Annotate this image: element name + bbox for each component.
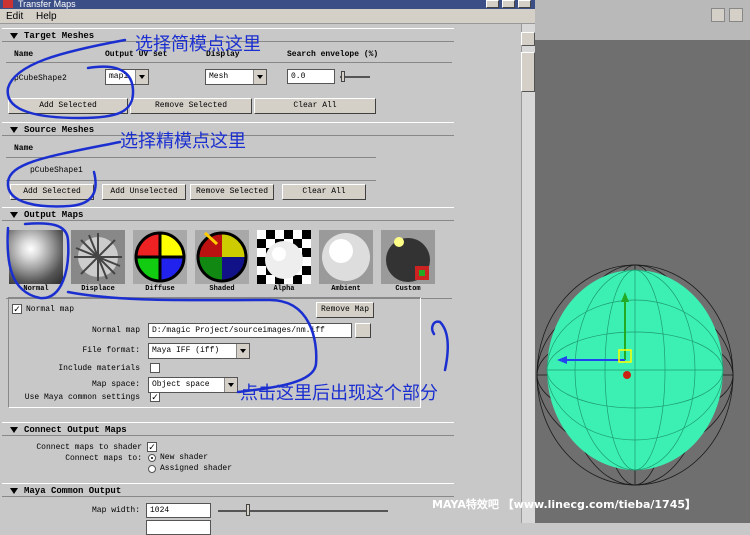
map-label-alpha: Alpha [273, 285, 295, 293]
connect-maps-shader-label: Connect maps to shader [36, 443, 142, 452]
normal-map-path-field[interactable]: D:/magic Project/sourceimages/nm.iff [148, 323, 352, 338]
panel-scrollbar-area [457, 24, 535, 523]
target-mesh-name: pCubeShape2 [14, 74, 67, 83]
source-clear-all-button[interactable]: Clear All [282, 184, 366, 200]
connect-maps-to-label: Connect maps to: [65, 454, 142, 463]
col-name: Name [14, 50, 34, 59]
normal-map-icon[interactable] [9, 230, 63, 284]
scroll-up-button[interactable] [521, 32, 535, 46]
chevron-down-icon [224, 378, 237, 392]
include-materials-label: Include materials [58, 364, 140, 373]
map-label-shaded: Shaded [209, 285, 235, 293]
menu-bar: Edit Help [0, 9, 535, 24]
new-shader-label: New shader [160, 453, 209, 462]
map-space-dropdown[interactable]: Object space [148, 377, 238, 393]
maximize-button[interactable] [502, 0, 515, 8]
map-label-ambient: Ambient [331, 285, 361, 293]
map-width-label: Map width: [91, 506, 140, 515]
3d-viewport[interactable] [535, 0, 750, 523]
source-remove-selected-button[interactable]: Remove Selected [190, 184, 274, 200]
alpha-map-icon[interactable] [257, 230, 311, 284]
collapse-arrow-icon [10, 427, 18, 433]
connect-output-maps-header[interactable]: Connect Output Maps [2, 422, 454, 436]
collapse-arrow-icon [10, 33, 18, 39]
annotation-appears: 点击这里后出现这个部分 [240, 383, 438, 404]
diffuse-map-icon[interactable] [133, 230, 187, 284]
annotation-low-poly: 选择简模点这里 [135, 34, 261, 55]
window-title: Transfer Maps [18, 0, 76, 9]
collapse-arrow-icon [10, 212, 18, 218]
wireframe-sphere [536, 264, 734, 486]
uv-set-dropdown[interactable]: map1 [105, 69, 149, 85]
source-mesh-name: pCubeShape1 [30, 166, 83, 175]
window-title-bar: Transfer Maps [0, 0, 535, 9]
maya-app-icon [3, 0, 13, 8]
shaded-map-icon[interactable] [195, 230, 249, 284]
close-button[interactable] [518, 0, 531, 8]
file-format-dropdown[interactable]: Maya IFF (iff) [148, 343, 250, 359]
ambient-map-icon[interactable] [319, 230, 373, 284]
minimize-button[interactable] [486, 0, 499, 8]
chevron-down-icon [236, 344, 249, 358]
displace-map-icon[interactable] [71, 230, 125, 284]
map-height-field[interactable] [146, 520, 211, 535]
scrollbar-track[interactable] [521, 24, 535, 523]
target-remove-selected-button[interactable]: Remove Selected [130, 98, 252, 114]
normal-map-path-label: Normal map [91, 326, 140, 335]
use-maya-common-checkbox[interactable]: ✓ [150, 392, 160, 402]
transfer-maps-panel: Target Meshes Name Output UV set Display… [0, 24, 457, 535]
assigned-shader-radio[interactable] [148, 465, 156, 473]
col-name: Name [14, 144, 34, 153]
file-format-label: File format: [82, 346, 140, 355]
map-space-label: Map space: [91, 380, 140, 389]
collapse-arrow-icon [10, 488, 18, 494]
menu-help[interactable]: Help [36, 11, 57, 22]
target-add-selected-button[interactable]: Add Selected [8, 98, 128, 114]
source-add-selected-button[interactable]: Add Selected [10, 184, 94, 200]
search-envelope-field[interactable]: 0.0 [287, 69, 335, 84]
map-label-custom: Custom [395, 285, 421, 293]
collapse-arrow-icon [10, 127, 18, 133]
col-search-envelope: Search envelope (%) [287, 50, 379, 59]
map-label-diffuse: Diffuse [145, 285, 175, 293]
divider [6, 62, 452, 63]
browse-folder-icon[interactable] [355, 323, 371, 338]
map-label-displace: Displace [81, 285, 115, 293]
custom-map-icon[interactable] [381, 230, 435, 284]
slider-handle[interactable] [341, 71, 345, 82]
slider-handle[interactable] [246, 504, 250, 516]
use-maya-common-label: Use Maya common settings [24, 393, 140, 402]
include-materials-checkbox[interactable] [150, 363, 160, 373]
map-width-slider[interactable] [218, 510, 388, 512]
watermark: MAYA特效吧 【www.linecg.com/tieba/1745】 [432, 498, 697, 511]
map-width-field[interactable]: 1024 [146, 503, 211, 518]
map-label-normal: Normal [23, 285, 49, 293]
new-shader-radio[interactable] [148, 454, 156, 462]
menu-edit[interactable]: Edit [6, 11, 23, 22]
assigned-shader-label: Assigned shader [160, 464, 233, 473]
connect-maps-shader-checkbox[interactable]: ✓ [147, 442, 157, 452]
display-dropdown[interactable]: Mesh [205, 69, 267, 85]
maya-common-output-header[interactable]: Maya Common Output [2, 483, 454, 497]
annotation-high-poly: 选择精模点这里 [120, 131, 246, 152]
divider [6, 157, 376, 158]
chevron-down-icon [253, 70, 266, 84]
output-maps-header[interactable]: Output Maps [2, 207, 454, 221]
chevron-down-icon [135, 70, 148, 84]
target-clear-all-button[interactable]: Clear All [254, 98, 376, 114]
scrollbar-thumb[interactable] [521, 52, 535, 92]
divider [6, 180, 376, 181]
add-unselected-button[interactable]: Add Unselected [102, 184, 186, 200]
